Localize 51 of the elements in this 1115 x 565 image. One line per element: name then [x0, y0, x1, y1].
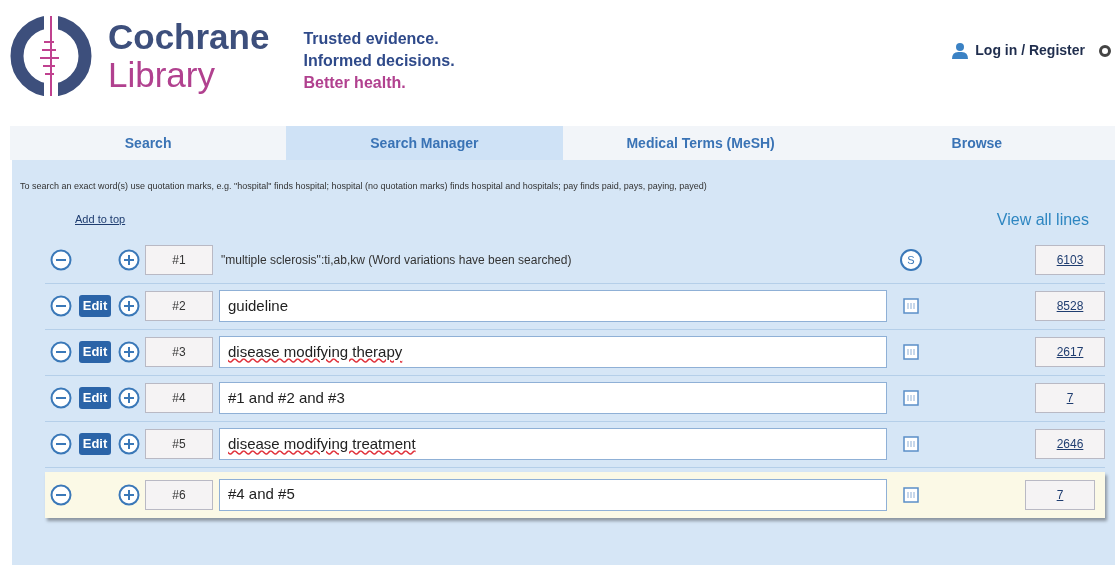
- tagline-text: Trusted evidence.: [303, 29, 440, 49]
- edit-button[interactable]: Edit: [78, 295, 112, 317]
- result-count-link[interactable]: 8528: [1035, 291, 1105, 321]
- plus-icon[interactable]: [118, 341, 140, 363]
- minus-icon[interactable]: [50, 249, 72, 271]
- result-count-link[interactable]: 7: [1035, 383, 1105, 413]
- line-number: #1: [145, 245, 213, 275]
- result-count-link[interactable]: 6103: [1035, 245, 1105, 275]
- table-icon[interactable]: [903, 390, 919, 406]
- edit-button[interactable]: Edit: [78, 341, 112, 363]
- query-text: "multiple sclerosis":ti,ab,kw (Word variations have been searched): [220, 252, 573, 269]
- minus-icon[interactable]: [50, 433, 72, 455]
- query-field[interactable]: disease modifying treatment: [219, 428, 887, 460]
- table-icon[interactable]: [903, 486, 919, 503]
- edit-button[interactable]: Edit: [78, 387, 112, 409]
- tagline-text: Better health.: [303, 73, 407, 93]
- hint-text: To search an exact word(s) use quotation marks, e.g. "hospital" finds hospital; hospital (no quotation marks) finds hospital and hospitals; pay finds paid, pays, paying, payed): [19, 180, 708, 193]
- line-number: #2: [145, 291, 213, 321]
- minus-icon[interactable]: [50, 387, 72, 409]
- add-to-top-link[interactable]: Add to top: [75, 211, 126, 228]
- line-number: #4: [145, 383, 213, 413]
- minus-icon[interactable]: [50, 341, 72, 363]
- strategy-badge[interactable]: S: [900, 249, 922, 271]
- user-icon: [951, 41, 970, 60]
- plus-icon[interactable]: [118, 387, 140, 409]
- query-field[interactable]: #4 and #5: [219, 478, 887, 511]
- line-number: #5: [145, 429, 213, 459]
- query-field[interactable]: guideline: [219, 290, 887, 322]
- minus-icon[interactable]: [50, 483, 72, 506]
- table-icon[interactable]: [903, 436, 919, 452]
- logo-icon: [10, 14, 92, 98]
- logo-text: Library: [108, 56, 216, 94]
- plus-icon[interactable]: [118, 295, 140, 317]
- line-number: #6: [145, 479, 213, 510]
- plus-icon[interactable]: [118, 433, 140, 455]
- result-count-link[interactable]: 2646: [1035, 429, 1105, 459]
- tagline-text: Informed decisions.: [303, 51, 455, 71]
- tab[interactable]: Search Manager: [286, 126, 563, 160]
- plus-icon[interactable]: [118, 483, 140, 506]
- query-field[interactable]: #1 and #2 and #3: [219, 382, 887, 414]
- logo-text: Cochrane: [108, 18, 270, 56]
- result-count-link[interactable]: 2617: [1035, 337, 1105, 367]
- result-count-link[interactable]: 7: [1025, 479, 1095, 510]
- minus-icon[interactable]: [50, 295, 72, 317]
- edit-button[interactable]: Edit: [78, 433, 112, 455]
- login-link[interactable]: Log in / Register: [975, 40, 1085, 61]
- query-field[interactable]: disease modifying therapy: [219, 336, 887, 368]
- plus-icon[interactable]: [118, 249, 140, 271]
- table-icon[interactable]: [903, 298, 919, 314]
- line-number: #3: [145, 337, 213, 367]
- table-icon[interactable]: [903, 344, 919, 360]
